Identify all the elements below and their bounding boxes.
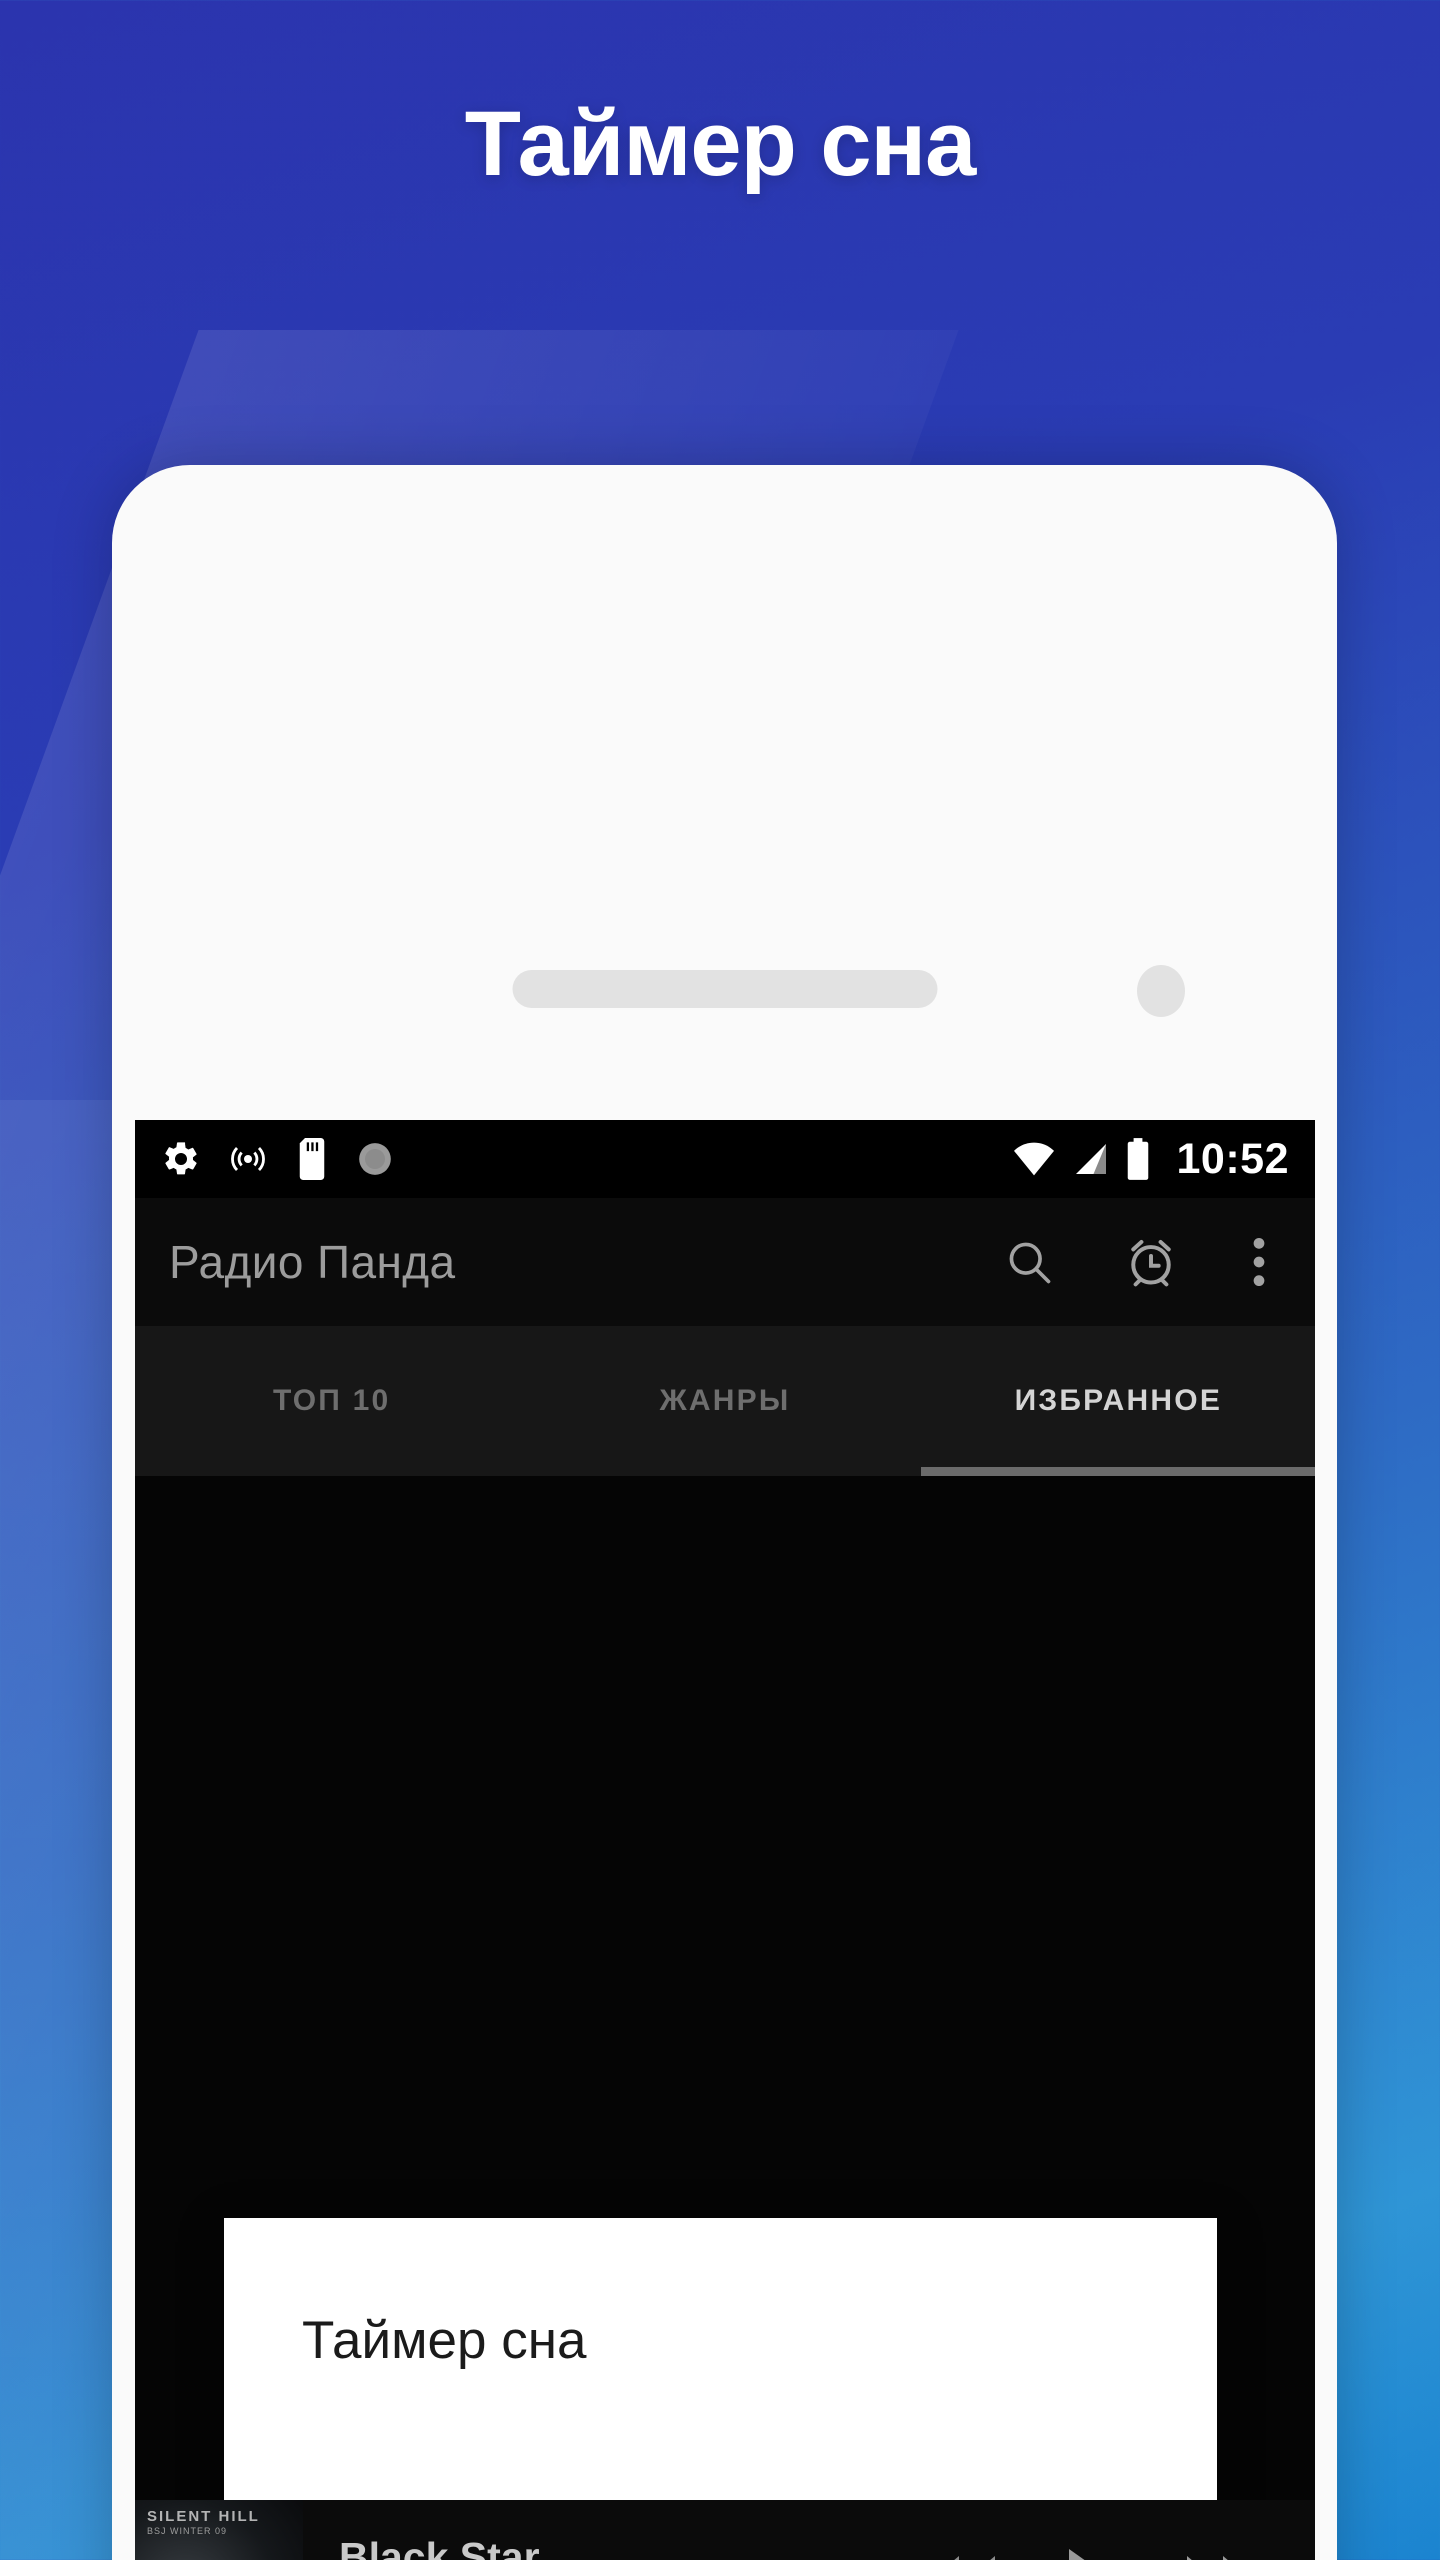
phone-frame: 10:52 Радио Панда ТОП 10 ЖАНРЫ ИЗБРАННОЕ… [112, 465, 1337, 2560]
tab-favorites[interactable]: ИЗБРАННОЕ [922, 1384, 1315, 1418]
wifi-icon [1013, 1142, 1054, 1176]
app-bar-actions [1003, 1234, 1281, 1290]
gear-icon [165, 1142, 197, 1175]
front-camera-icon [1137, 965, 1185, 1017]
album-art-title: SILENT HILL [147, 2508, 260, 2525]
next-button[interactable] [1183, 2552, 1259, 2560]
signal-icon [1075, 1144, 1106, 1174]
app-bar-title: Радио Панда [169, 1236, 456, 1288]
phone-screen: 10:52 Радио Панда ТОП 10 ЖАНРЫ ИЗБРАННОЕ… [135, 1120, 1315, 2560]
status-bar: 10:52 [135, 1120, 1315, 1198]
status-bar-clock: 10:52 [1176, 1134, 1289, 1183]
sd-card-icon [299, 1138, 325, 1180]
previous-button[interactable] [923, 2552, 999, 2560]
player-metadata: Black Star BSJ Winter 09 [303, 2534, 588, 2560]
player-controls [923, 2547, 1315, 2560]
page-title: Таймер сна [464, 93, 977, 195]
tab-top10[interactable]: ТОП 10 [135, 1384, 528, 1418]
app-bar: Радио Панда [135, 1198, 1315, 1326]
battery-icon [1127, 1138, 1148, 1180]
mini-player: SILENT HILL BSJ WINTER 09 Black Star BSJ… [135, 2500, 1315, 2560]
player-track-title: Black Star [339, 2533, 540, 2560]
status-bar-left-icons [161, 1138, 395, 1180]
broadcast-icon [231, 1147, 265, 1171]
circle-icon [359, 1143, 391, 1175]
tab-bar: ТОП 10 ЖАНРЫ ИЗБРАННОЕ [135, 1326, 1315, 1476]
search-icon[interactable] [1003, 1236, 1055, 1288]
status-bar-right-icons: 10:52 [1011, 1135, 1289, 1184]
speaker-grille-icon [512, 970, 937, 1008]
tab-genres[interactable]: ЖАНРЫ [528, 1384, 921, 1418]
play-button[interactable] [1063, 2547, 1119, 2560]
album-art-subtitle: BSJ WINTER 09 [147, 2526, 228, 2536]
album-art[interactable]: SILENT HILL BSJ WINTER 09 [135, 2500, 303, 2560]
alarm-icon[interactable] [1123, 1234, 1179, 1290]
dialog-title: Таймер сна [302, 2311, 587, 2370]
overflow-menu-icon[interactable] [1247, 1234, 1271, 1290]
tab-active-indicator [921, 1467, 1315, 1476]
